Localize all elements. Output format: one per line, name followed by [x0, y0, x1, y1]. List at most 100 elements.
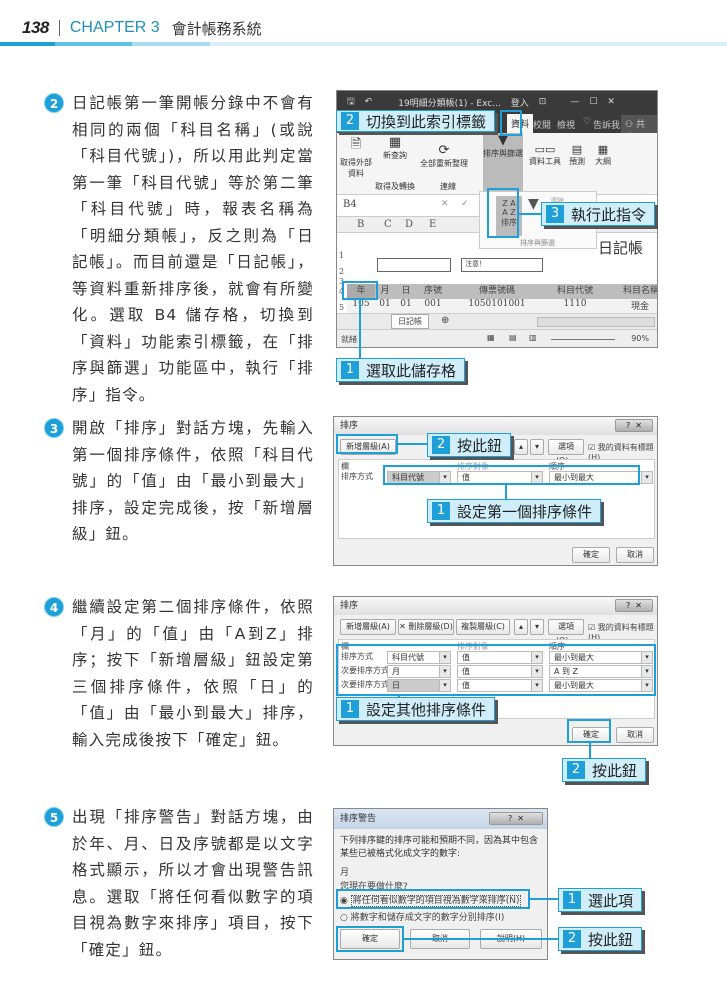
undo-icon[interactable]: ↶ [365, 97, 373, 107]
header-cell[interactable]: 序號 [417, 284, 449, 299]
group-connections: 連線 [440, 182, 456, 191]
callout-number: 1 [563, 891, 581, 909]
tell-me-icon[interactable]: ♡ [583, 117, 591, 127]
step-text: 日記帳第一筆開帳分錄中不會有相同的兩個「科目名稱」(或說「科目代號」)，所以用此… [72, 94, 314, 404]
tell-me[interactable]: 告訴我 [593, 118, 620, 131]
sort-filter-label: 排序與篩選 [483, 149, 523, 158]
sheet-tabs-bar: 日記帳 ⊕ [337, 313, 657, 329]
refresh-icon: ⟳ [438, 143, 450, 158]
page-number: 138 [22, 18, 49, 37]
zoom-slider[interactable] [551, 339, 615, 340]
copy-level-button[interactable]: 複製層級(C) [456, 619, 510, 635]
ribbon: 🗎 取得外部資料 ▦ 新查詢 取得及轉換 ⟳ 全部重新整理 連線 ▼ 排序與篩選 ▭▭ 資… [337, 133, 657, 195]
callout-select-cell: 1 選取此儲存格 [336, 358, 466, 382]
name-box[interactable]: B4 [343, 199, 413, 210]
cell[interactable]: 01 [375, 299, 395, 313]
row-number: 2 [339, 267, 345, 276]
close-button[interactable]: ? ✕ [615, 419, 653, 432]
callout-text: 按此鈕 [588, 930, 634, 949]
data-tools-button[interactable]: ▭▭ 資料工具 [527, 143, 563, 167]
chapter-title: 會計帳務系統 [171, 19, 262, 38]
add-level-button[interactable]: 新增層級(A) [340, 619, 396, 635]
callout-switch-tab: 2 切換到此索引標籤 [336, 110, 496, 132]
cell[interactable]: 01 [395, 299, 417, 313]
step-text: 出現「排序警告」對話方塊，由於年、月、日及序號都是以文字格式顯示，所以才會出現警… [72, 808, 314, 959]
ok-label: 確定 [583, 550, 599, 559]
tab-review[interactable]: 校閱 [533, 118, 551, 131]
header-bar [0, 42, 727, 46]
header-cell[interactable]: 日 [395, 284, 417, 299]
text-box [377, 258, 451, 272]
callout-number: 2 [341, 112, 359, 130]
header-divider [58, 20, 60, 36]
step-number: 3 [44, 418, 64, 438]
callout-select-option: 1 選此項 [558, 888, 643, 912]
tab-view[interactable]: 檢視 [557, 118, 575, 131]
page-header: 138 CHAPTER 3 會計帳務系統 [22, 18, 262, 38]
header-cell[interactable]: 科目代號 [545, 284, 605, 299]
highlight-ok-button [567, 719, 611, 743]
header-cell[interactable]: 傳票號碼 [449, 284, 545, 299]
cell[interactable]: 001 [417, 299, 449, 313]
maximize-icon[interactable]: ☐ [589, 97, 597, 107]
col-C[interactable]: C [384, 219, 392, 230]
cancel-icon[interactable]: ✕ [441, 199, 449, 209]
data-tools-icon: ▭▭ [534, 143, 556, 156]
close-icon[interactable]: ✕ [607, 97, 615, 107]
close-button[interactable]: ? ✕ [489, 812, 543, 825]
minimize-icon[interactable]: — [570, 97, 579, 107]
cell[interactable]: 105 [347, 299, 375, 313]
signin-link[interactable]: 登入 [511, 96, 529, 109]
callout-text: 按此鈕 [457, 436, 503, 455]
ribbon-display-icon[interactable]: ⊡ [539, 97, 547, 107]
option-separate[interactable]: ○ 將數字和儲存成文字的數字分別排序(I) [340, 910, 504, 923]
forecast-button[interactable]: ▤ 預測 [565, 143, 589, 167]
highlight-cell-b4 [342, 281, 378, 300]
col-E[interactable]: E [429, 219, 436, 230]
cancel-button[interactable]: 取消 [616, 727, 654, 743]
connector-line [359, 300, 361, 360]
delete-level-button[interactable]: ✕ 刪除層級(D) [398, 619, 454, 635]
horizontal-scrollbar[interactable] [537, 317, 655, 327]
data-tools-label: 資料工具 [529, 157, 561, 166]
enter-icon[interactable]: ✓ [461, 199, 469, 209]
outline-button[interactable]: ▦ 大綱 [591, 143, 615, 167]
new-query-button[interactable]: ▦ 新查詢 [377, 135, 413, 161]
cancel-button[interactable]: 取消 [616, 547, 654, 563]
connector-line [519, 213, 543, 215]
step-number: 4 [44, 597, 64, 617]
move-up-button[interactable]: ▴ [514, 439, 528, 455]
add-sheet-icon[interactable]: ⊕ [441, 315, 449, 326]
refresh-all-button[interactable]: ⟳ 全部重新整理 [419, 143, 469, 169]
note-box: 注意！ [461, 258, 543, 272]
sheet-tab[interactable]: 日記帳 [391, 314, 429, 329]
get-external-data-button[interactable]: 🗎 取得外部資料 [339, 135, 373, 179]
cell[interactable]: 1050101001 [449, 299, 545, 313]
close-button[interactable]: ? ✕ [615, 599, 653, 612]
filter-button[interactable]: ▼ [528, 196, 539, 212]
delete-level-label: 刪除層級(D) [408, 622, 453, 631]
page-layout-icon[interactable]: ▤ [509, 333, 517, 342]
highlight-add-level [336, 434, 398, 454]
options-button[interactable]: 選項(O)... [548, 619, 584, 645]
options-button[interactable]: 選項(O)... [548, 439, 584, 465]
group-get-transform: 取得及轉換 [375, 182, 415, 191]
ok-button[interactable]: 確定 [572, 547, 610, 563]
normal-view-icon[interactable]: ▦ [487, 333, 495, 342]
move-up-button[interactable]: ▴ [514, 619, 528, 635]
save-icon[interactable]: 🖫 [347, 94, 355, 110]
cell[interactable]: 現金 [605, 299, 657, 313]
sort-filter-button[interactable]: ▼ 排序與篩選 [483, 133, 523, 195]
cell[interactable]: 1110 [545, 299, 605, 313]
header-cell[interactable]: 月 [375, 284, 395, 299]
col-D[interactable]: D [405, 219, 413, 230]
move-down-button[interactable]: ▾ [530, 619, 544, 635]
page-break-icon[interactable]: ▥ [529, 333, 537, 342]
warning-message: 下列排序鍵的排序可能和預期不同，因為其中包含某些已被格式化成文字的數字: [340, 836, 539, 859]
col-B[interactable]: B [357, 219, 364, 230]
highlight-sort-rows [336, 644, 656, 696]
header-cell[interactable]: 科目名稱 [605, 284, 657, 299]
document-icon: 🗎 [350, 137, 362, 152]
move-down-button[interactable]: ▾ [530, 439, 544, 455]
copy-level-label: 複製層級(C) [461, 622, 505, 631]
